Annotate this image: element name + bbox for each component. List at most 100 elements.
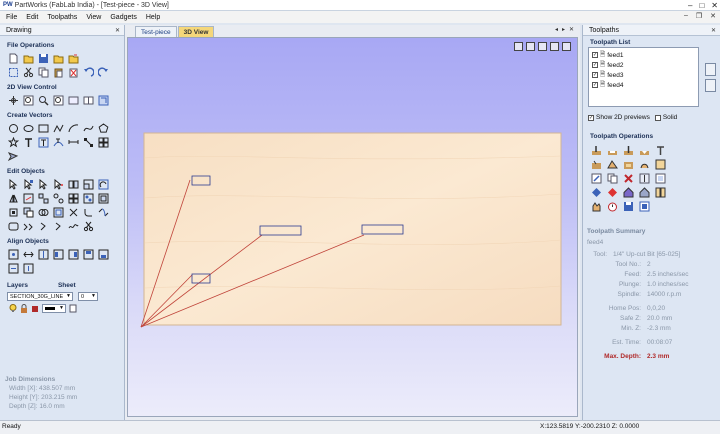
maximize-icon[interactable]: □ <box>699 1 704 10</box>
color-select[interactable]: ▼ <box>42 304 66 313</box>
preview-all-icon[interactable] <box>607 187 618 198</box>
reset-view-icon[interactable] <box>562 42 571 51</box>
node-select-icon[interactable] <box>23 179 34 190</box>
iso-view-icon[interactable] <box>514 42 523 51</box>
align-right-icon[interactable] <box>68 249 79 260</box>
move-up-icon[interactable] <box>705 63 716 76</box>
grid-array-icon[interactable] <box>68 193 79 204</box>
vcarve-toolpath-icon[interactable] <box>639 145 650 156</box>
zoom-all-icon[interactable] <box>68 95 79 106</box>
ellipse-icon[interactable] <box>23 123 34 134</box>
tab-test-piece[interactable]: Test-piece <box>135 26 177 37</box>
list-item[interactable]: ✓ 🗎 feed2 <box>592 60 695 70</box>
fillet-icon[interactable] <box>83 207 94 218</box>
panel-close-icon[interactable]: ✕ <box>711 27 716 34</box>
close-vector-icon[interactable] <box>8 221 19 232</box>
grid-icon[interactable] <box>98 137 109 148</box>
profile-toolpath-icon[interactable] <box>591 145 602 156</box>
prism-toolpath-icon[interactable] <box>607 159 618 170</box>
tab-3d-view[interactable]: 3D View <box>177 26 215 37</box>
delete-icon[interactable] <box>68 67 79 78</box>
polyline-icon[interactable] <box>53 123 64 134</box>
rectangle-icon[interactable] <box>38 123 49 134</box>
copy-icon[interactable] <box>38 67 49 78</box>
3d-viewport[interactable] <box>127 37 578 417</box>
align-left-icon[interactable] <box>53 249 64 260</box>
align-center-icon[interactable] <box>8 249 19 260</box>
reset-preview-icon[interactable] <box>639 187 650 198</box>
move-icon[interactable] <box>53 179 64 190</box>
list-item[interactable]: ✓ 🗎 feed1 <box>592 50 695 60</box>
distort-icon[interactable] <box>23 193 34 204</box>
merge-toolpath-icon[interactable] <box>655 187 666 198</box>
polygon-icon[interactable] <box>98 123 109 134</box>
dimension-icon[interactable] <box>68 137 79 148</box>
text-on-curve-icon[interactable] <box>53 137 64 148</box>
pan-icon[interactable] <box>8 95 19 106</box>
toolpath-checkbox[interactable]: ✓ <box>592 52 598 58</box>
join-icon[interactable] <box>98 207 109 218</box>
menu-toolpaths[interactable]: Toolpaths <box>47 14 77 21</box>
tool-database-icon[interactable] <box>639 173 650 184</box>
solid-checkbox[interactable] <box>654 114 661 121</box>
tab-close-icon[interactable]: ✕ <box>569 26 574 33</box>
lock-icon[interactable] <box>20 304 28 313</box>
offset-icon[interactable] <box>53 207 64 218</box>
align-top-icon[interactable] <box>83 249 94 260</box>
list-item[interactable]: ✓ 🗎 feed3 <box>592 70 695 80</box>
inlay-toolpath-icon[interactable] <box>623 159 634 170</box>
menu-edit[interactable]: Edit <box>26 14 38 21</box>
show-2d-previews-checkbox[interactable]: ✓ <box>588 114 594 121</box>
redo-icon[interactable] <box>98 67 109 78</box>
zoom-in-icon[interactable] <box>38 95 49 106</box>
cut-icon[interactable] <box>23 67 34 78</box>
top-view-icon[interactable] <box>526 42 535 51</box>
weld-icon[interactable] <box>8 207 19 218</box>
intersect-icon[interactable] <box>38 207 49 218</box>
import-icon[interactable] <box>68 53 79 64</box>
paste-icon[interactable] <box>53 67 64 78</box>
panel-close-icon[interactable]: ✕ <box>115 27 120 34</box>
scissors-icon[interactable] <box>83 221 94 232</box>
star-icon[interactable] <box>8 137 19 148</box>
menu-help[interactable]: Help <box>146 14 160 21</box>
space-icon[interactable] <box>23 263 34 274</box>
new-file-icon[interactable] <box>8 53 19 64</box>
menu-view[interactable]: View <box>86 14 101 21</box>
move-down-icon[interactable] <box>705 79 716 92</box>
wave-icon[interactable] <box>68 221 79 232</box>
fluting-toolpath-icon[interactable] <box>591 159 602 170</box>
menu-file[interactable]: File <box>6 14 17 21</box>
arc-icon[interactable] <box>68 123 79 134</box>
preview-toolpath-icon[interactable] <box>591 187 602 198</box>
curve-icon[interactable] <box>83 123 94 134</box>
toolpath-checkbox[interactable]: ✓ <box>592 72 598 78</box>
layout-icon[interactable] <box>83 95 94 106</box>
doc-restore-icon[interactable]: ❐ <box>696 12 702 20</box>
delete-toolpath-icon[interactable] <box>623 173 634 184</box>
trim-icon[interactable] <box>68 207 79 218</box>
group-icon[interactable] <box>38 193 49 204</box>
lightbulb-icon[interactable] <box>9 304 17 313</box>
texture-toolpath-icon[interactable] <box>655 159 666 170</box>
zoom-out-icon[interactable] <box>53 95 64 106</box>
front-view-icon[interactable] <box>538 42 547 51</box>
save-toolpath-icon[interactable] <box>623 201 634 212</box>
minimize-icon[interactable]: – <box>688 1 692 10</box>
doc-minimize-icon[interactable]: – <box>684 12 688 20</box>
transform-icon[interactable] <box>38 179 49 190</box>
select-box-icon[interactable] <box>8 67 19 78</box>
draw-tool-icon[interactable] <box>8 151 19 162</box>
tab-next-icon[interactable]: ▸ <box>562 26 565 33</box>
save-as-icon[interactable] <box>53 53 64 64</box>
template-icon[interactable] <box>639 201 650 212</box>
save-icon[interactable] <box>38 53 49 64</box>
layer-select[interactable]: SECTION_30G_LINE ▼ <box>7 292 73 301</box>
align-hcenter-icon[interactable] <box>23 249 34 260</box>
align-left-edit-icon[interactable] <box>68 179 79 190</box>
align-vcenter-icon[interactable] <box>38 249 49 260</box>
material-setup-icon[interactable] <box>655 173 666 184</box>
node-edit-icon[interactable] <box>83 137 94 148</box>
copy-toolpath-icon[interactable] <box>607 173 618 184</box>
close-icon[interactable]: ✕ <box>711 1 718 10</box>
